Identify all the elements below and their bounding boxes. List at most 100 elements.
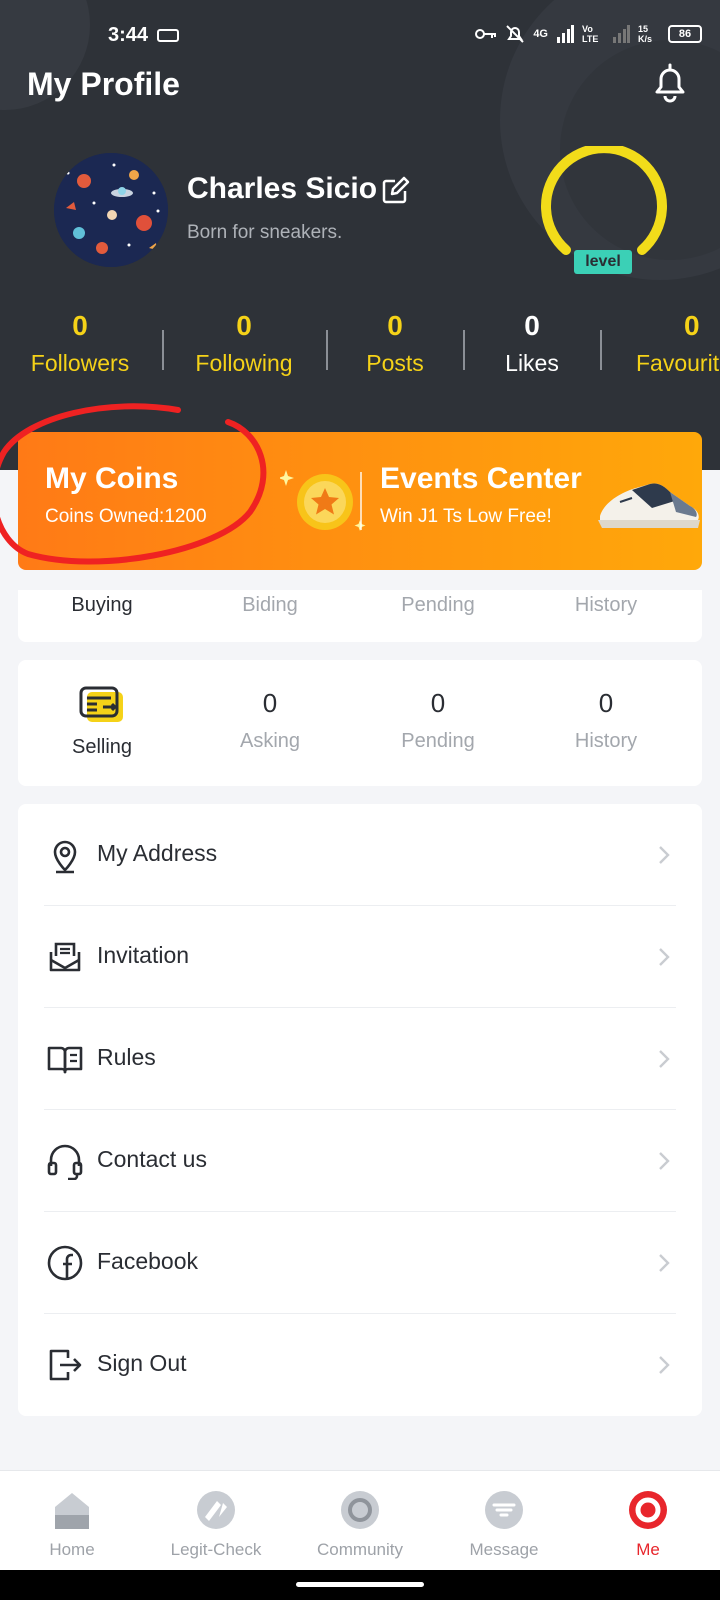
facebook-icon xyxy=(47,1245,83,1281)
selling-pending-tab[interactable]: 0 Pending xyxy=(401,686,474,753)
book-icon xyxy=(47,1046,83,1074)
menu-item-sign-out[interactable]: Sign Out xyxy=(18,1314,702,1416)
menu-item-contact-us[interactable]: Contact us xyxy=(18,1110,702,1212)
signal-icon xyxy=(557,25,574,43)
tab-message[interactable]: Message xyxy=(444,1489,564,1560)
chevron-right-icon xyxy=(659,846,670,864)
bell-muted-icon xyxy=(506,25,525,43)
location-pin-icon xyxy=(53,840,77,874)
invitation-icon xyxy=(49,942,81,972)
buying-history-tab[interactable]: History xyxy=(575,594,637,617)
stat-followers[interactable]: 0 Followers xyxy=(31,308,129,377)
menu-item-my-address[interactable]: My Address xyxy=(18,804,702,906)
stat-value: 0 xyxy=(387,310,403,341)
message-icon xyxy=(485,1491,523,1529)
net-speed: 15 K/s xyxy=(638,24,653,44)
menu-label: Contact us xyxy=(97,1146,207,1172)
history-count: 0 xyxy=(598,688,614,718)
selling-tab[interactable]: Selling xyxy=(72,682,132,759)
stat-label: Likes xyxy=(505,350,559,376)
settings-menu: My Address Invitation Rules Contact us F… xyxy=(18,804,702,1416)
status-time: 3:44 xyxy=(108,24,149,46)
chevron-right-icon xyxy=(659,1356,670,1374)
network-type: 4G xyxy=(533,28,548,40)
notification-bell-icon[interactable] xyxy=(648,60,692,104)
headset-icon xyxy=(47,1144,83,1180)
biding-tab[interactable]: Biding xyxy=(242,594,298,617)
community-icon xyxy=(341,1491,379,1529)
events-center-subtitle: Win J1 Ts Low Free! xyxy=(380,506,552,527)
menu-label: Facebook xyxy=(97,1248,199,1274)
profile-name: Charles Sicio xyxy=(187,172,378,205)
profile-header: 3:44 4G Vo LTE 15 K/s 86 My Profile Char… xyxy=(0,0,720,470)
tab-legit-check[interactable]: Legit-Check xyxy=(156,1489,276,1560)
stat-label: Posts xyxy=(366,350,424,376)
key-icon xyxy=(475,29,497,39)
home-icon xyxy=(55,1493,89,1529)
chevron-right-icon xyxy=(659,1254,670,1272)
tab-label: Home xyxy=(49,1540,95,1559)
asking-count: 0 xyxy=(262,688,278,718)
profile-stats: 0 Followers 0 Following 0 Posts 0 Likes … xyxy=(0,308,720,388)
menu-label: Invitation xyxy=(97,942,190,968)
battery-level: 86 xyxy=(678,28,692,40)
status-bar: 3:44 4G Vo LTE 15 K/s 86 xyxy=(0,20,720,52)
buying-pending-tab[interactable]: Pending xyxy=(401,594,474,617)
stat-value: 0 xyxy=(236,310,252,341)
system-nav-bar xyxy=(0,1570,720,1600)
menu-label: Sign Out xyxy=(97,1350,187,1376)
avatar[interactable] xyxy=(54,153,168,267)
stat-value: 0 xyxy=(524,310,540,341)
edit-icon[interactable] xyxy=(380,176,410,206)
stat-posts[interactable]: 0 Posts xyxy=(366,308,424,377)
tab-community[interactable]: Community xyxy=(300,1489,420,1560)
level-badge: level xyxy=(574,250,632,274)
stat-label: Following xyxy=(195,350,293,376)
tab-label: Message xyxy=(469,1540,539,1559)
stat-value: 0 xyxy=(72,310,88,341)
events-center-title: Events Center xyxy=(380,462,582,495)
avatar-space-pattern xyxy=(54,153,168,267)
chevron-right-icon xyxy=(659,1152,670,1170)
buying-label: Buying xyxy=(71,594,133,616)
page-title: My Profile xyxy=(27,66,180,102)
chevron-right-icon xyxy=(659,948,670,966)
pending-count: 0 xyxy=(430,688,446,718)
pending-label: Pending xyxy=(401,730,475,752)
biding-label: Biding xyxy=(242,594,298,616)
tab-label: Me xyxy=(636,1540,660,1559)
coins-owned: Coins Owned:1200 xyxy=(45,506,207,527)
stat-value: 0 xyxy=(684,310,700,341)
chevron-right-icon xyxy=(659,1050,670,1068)
menu-item-facebook[interactable]: Facebook xyxy=(18,1212,702,1314)
battery-icon: 86 xyxy=(668,25,702,43)
menu-label: Rules xyxy=(97,1044,156,1070)
stat-likes[interactable]: 0 Likes xyxy=(505,308,559,377)
selling-wallet-icon xyxy=(79,686,123,722)
stat-favourites[interactable]: 0 Favourit xyxy=(636,308,719,377)
legit-check-icon xyxy=(197,1491,235,1529)
selling-history-tab[interactable]: 0 History xyxy=(575,686,637,753)
tab-home[interactable]: Home xyxy=(12,1489,132,1560)
history-label: History xyxy=(574,730,638,752)
tab-me[interactable]: Me xyxy=(588,1489,708,1560)
buying-tab[interactable]: Buying xyxy=(71,594,132,617)
history-label: History xyxy=(574,594,638,616)
sign-out-icon xyxy=(49,1349,82,1381)
menu-item-rules[interactable]: Rules xyxy=(18,1008,702,1110)
my-coins-title: My Coins xyxy=(45,462,179,495)
sneaker-icon xyxy=(598,483,700,528)
selling-label: Selling xyxy=(71,736,133,758)
bottom-tab-bar: Home Legit-Check Community Message Me xyxy=(0,1470,720,1570)
home-gesture-bar[interactable] xyxy=(296,1582,424,1587)
coin-icon xyxy=(280,470,366,531)
stat-following[interactable]: 0 Following xyxy=(195,308,292,377)
me-icon xyxy=(629,1491,667,1529)
asking-tab[interactable]: 0 Asking xyxy=(240,686,300,753)
menu-item-invitation[interactable]: Invitation xyxy=(18,906,702,1008)
stat-label: Favourit xyxy=(636,350,720,376)
sim-icon xyxy=(157,29,179,42)
volte-label: Vo LTE xyxy=(582,24,599,44)
tab-label: Legit-Check xyxy=(170,1540,262,1559)
coins-events-banner: My Coins Coins Owned:1200 Events Center … xyxy=(18,432,702,570)
